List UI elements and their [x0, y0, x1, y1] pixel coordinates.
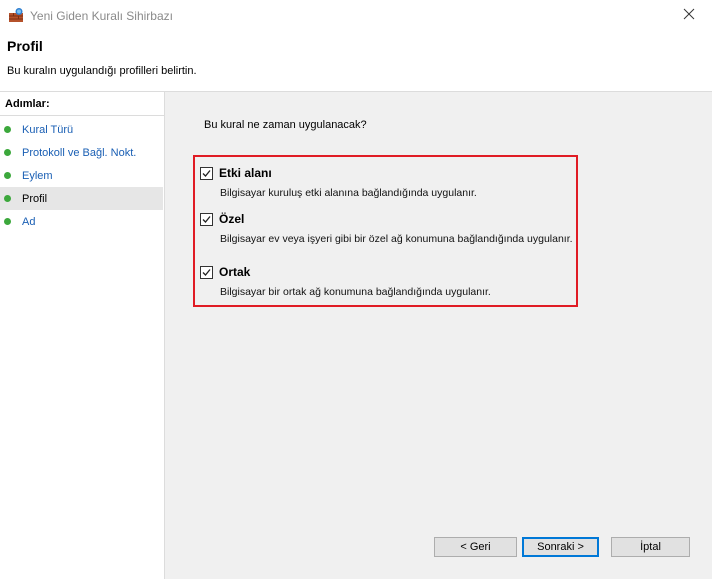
back-button[interactable]: < Geri — [434, 537, 517, 557]
close-button[interactable] — [666, 0, 712, 31]
question-text: Bu kural ne zaman uygulanacak? — [204, 119, 367, 131]
green-dot-icon — [4, 149, 11, 156]
option-description: Bilgisayar ev veya işyeri gibi bir özel … — [220, 233, 573, 245]
sidebar-item-label: Protokoll ve Bağl. Nokt. — [22, 146, 137, 159]
page-subtitle: Bu kuralın uygulandığı profilleri belirt… — [7, 65, 197, 77]
title-bar: Yeni Giden Kuralı Sihirbazı — [0, 0, 712, 31]
firewall-icon — [8, 7, 24, 23]
sidebar-item-label: Profil — [22, 192, 48, 205]
sidebar-item-label: Eylem — [22, 169, 53, 182]
sidebar-item-protokol[interactable]: Protokoll ve Bağl. Nokt. — [0, 141, 163, 164]
sidebar-item-ad[interactable]: Ad — [0, 210, 163, 233]
cancel-button[interactable]: İptal — [611, 537, 690, 557]
option-ozel: Özel Bilgisayar ev veya işyeri gibi bir … — [200, 212, 573, 245]
next-button[interactable]: Sonraki > — [522, 537, 599, 557]
window-title: Yeni Giden Kuralı Sihirbazı — [30, 9, 173, 23]
ozel-checkbox[interactable] — [200, 212, 213, 226]
option-description: Bilgisayar kuruluş etki alanına bağlandı… — [220, 187, 477, 199]
option-title: Etki alanı — [219, 166, 272, 180]
check-icon — [202, 268, 211, 276]
ozel-checkbox-row[interactable]: Özel — [200, 212, 573, 226]
green-dot-icon — [4, 172, 11, 179]
ortak-checkbox-row[interactable]: Ortak — [200, 265, 491, 279]
sidebar-item-kural-turu[interactable]: Kural Türü — [0, 118, 163, 141]
option-title: Özel — [219, 212, 245, 226]
option-description: Bilgisayar bir ortak ağ konumuna bağland… — [220, 286, 491, 298]
green-dot-icon — [4, 195, 11, 202]
wizard-header: Profil Bu kuralın uygulandığı profilleri… — [0, 31, 712, 91]
steps-divider — [0, 115, 164, 116]
etki-alani-checkbox-row[interactable]: Etki alanı — [200, 166, 477, 180]
option-title: Ortak — [219, 265, 251, 279]
sidebar-item-eylem[interactable]: Eylem — [0, 164, 163, 187]
etki-alani-checkbox[interactable] — [200, 166, 213, 180]
steps-sidebar: Adımlar: Kural Türü Protokoll ve Bağl. N… — [0, 92, 165, 579]
sidebar-item-label: Ad — [22, 215, 36, 228]
option-ortak: Ortak Bilgisayar bir ortak ağ konumuna b… — [200, 265, 491, 298]
steps-heading: Adımlar: — [5, 98, 50, 110]
option-etki-alani: Etki alanı Bilgisayar kuruluş etki alanı… — [200, 166, 477, 199]
ortak-checkbox[interactable] — [200, 265, 213, 279]
green-dot-icon — [4, 126, 11, 133]
sidebar-item-profil[interactable]: Profil — [0, 187, 163, 210]
main-content: Bu kural ne zaman uygulanacak? Etki alan… — [165, 92, 712, 579]
close-icon — [683, 8, 695, 23]
sidebar-item-label: Kural Türü — [22, 123, 74, 136]
page-title: Profil — [7, 38, 43, 54]
check-icon — [202, 169, 211, 177]
green-dot-icon — [4, 218, 11, 225]
check-icon — [202, 215, 211, 223]
